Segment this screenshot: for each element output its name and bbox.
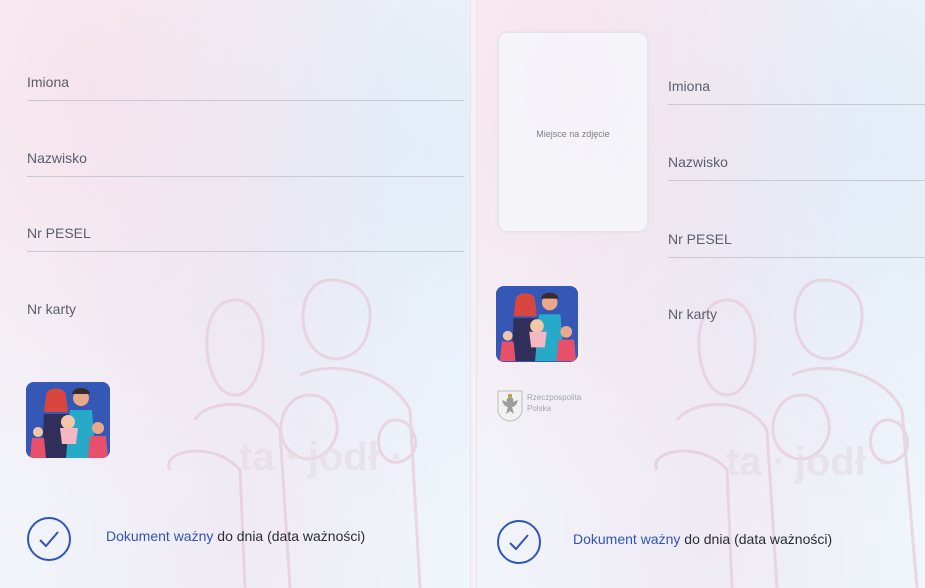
card-number-field: Nr karty <box>668 302 925 332</box>
first-names-label: Imiona <box>27 74 70 90</box>
validity-highlight: Dokument ważny <box>573 531 681 547</box>
emblem-text-line1: Rzeczpospolita <box>527 393 582 402</box>
card-number-label: Nr karty <box>668 306 717 322</box>
validity-highlight: Dokument ważny <box>106 528 214 544</box>
first-names-label: Imiona <box>668 78 711 94</box>
photo-placeholder: Miejsce na zdjęcie <box>498 32 648 232</box>
photo-placeholder-label: Miejsce na zdjęcie <box>536 129 610 139</box>
check-icon <box>27 517 71 561</box>
pesel-field: Nr PESEL <box>668 227 925 258</box>
surname-field: Nazwisko <box>668 150 925 181</box>
id-card-back-right: ta ∙ jodł ∙ Miejsce na zdjęcie Imiona Na… <box>476 0 925 588</box>
watermark-text-mark: ta ∙ jodł ∙ <box>726 440 888 484</box>
card-number-label: Nr karty <box>27 301 76 317</box>
first-names-field: Imiona <box>27 70 464 101</box>
emblem-text-line2: Polska <box>527 404 552 413</box>
pesel-field: Nr PESEL <box>27 221 464 252</box>
validity-text: Dokument ważny do dnia (data ważności) <box>106 528 365 544</box>
surname-field: Nazwisko <box>27 146 464 177</box>
watermark-text-mark: ta ∙ jodł ∙ <box>239 435 401 479</box>
family-icon <box>26 382 110 458</box>
validity-rest: do dnia (data ważności) <box>217 528 366 544</box>
surname-label: Nazwisko <box>668 154 728 170</box>
validity-text: Dokument ważny do dnia (data ważności) <box>573 531 832 547</box>
pesel-label: Nr PESEL <box>27 225 91 241</box>
emblem-text: Rzeczpospolita Polska <box>527 392 581 414</box>
id-card-back-left: ta ∙ jodł ∙ Imiona Nazwisko Nr PESEL Nr … <box>0 0 471 588</box>
validity-rest: do dnia (data ważności) <box>684 531 833 547</box>
family-icon <box>496 286 578 362</box>
first-names-field: Imiona <box>668 74 925 105</box>
polish-eagle-emblem-icon <box>497 390 523 422</box>
pesel-label: Nr PESEL <box>668 231 732 247</box>
surname-label: Nazwisko <box>27 150 87 166</box>
card-number-field: Nr karty <box>27 297 464 327</box>
check-icon <box>497 520 541 564</box>
